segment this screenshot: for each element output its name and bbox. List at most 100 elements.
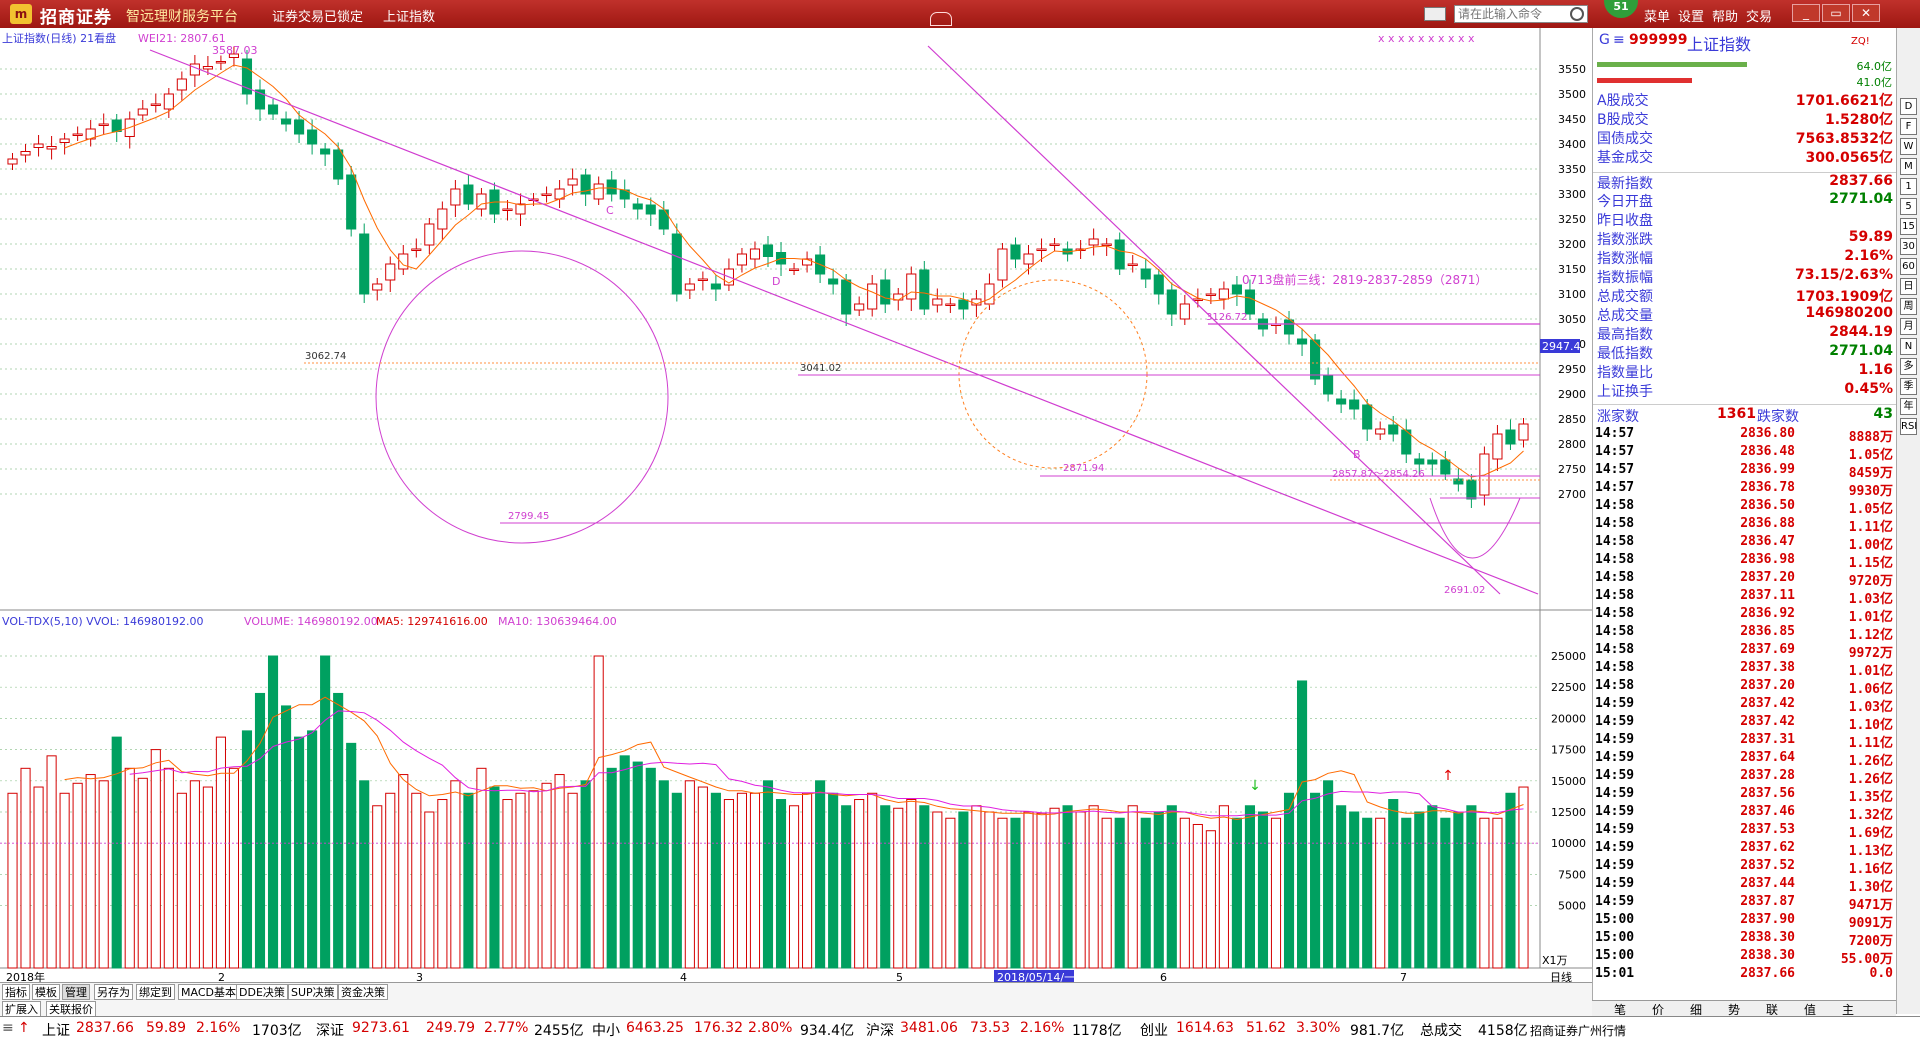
- tick-row[interactable]: 14:59 2837.87 9471万: [1593, 894, 1897, 913]
- tick-row[interactable]: 14:58 2836.50 1.05亿: [1593, 498, 1897, 517]
- search-icon[interactable]: [1570, 7, 1584, 21]
- tick-row[interactable]: 14:59 2837.64 1.26亿: [1593, 750, 1897, 769]
- period-button[interactable]: F: [1900, 118, 1917, 135]
- collapse-icon[interactable]: [930, 12, 952, 26]
- tab-indicator[interactable]: 指标: [2, 984, 30, 1000]
- tab-manage[interactable]: 管理: [62, 984, 90, 1000]
- tick-time: 15:00: [1595, 912, 1635, 927]
- stat-value: 2.16%: [1844, 248, 1893, 264]
- annot-3062: 3062.74: [305, 351, 346, 362]
- tick-row[interactable]: 14:57 2836.48 1.05亿: [1593, 444, 1897, 463]
- cy-label[interactable]: 创业: [1140, 1020, 1168, 1040]
- period-button[interactable]: RSI: [1900, 418, 1917, 435]
- volume-bar: [1349, 811, 1360, 969]
- tick-row[interactable]: 14:59 2837.31 1.11亿: [1593, 732, 1897, 751]
- annot-2871: 2871.94: [1063, 463, 1104, 474]
- tick-row[interactable]: 14:59 2837.53 1.69亿: [1593, 822, 1897, 841]
- tick-row[interactable]: 14:58 2837.38 1.01亿: [1593, 660, 1897, 679]
- keyboard-icon[interactable]: [1424, 7, 1446, 21]
- period-button[interactable]: N: [1900, 338, 1917, 355]
- tick-row[interactable]: 14:59 2837.46 1.32亿: [1593, 804, 1897, 823]
- tab-sup[interactable]: SUP决策: [288, 984, 338, 1000]
- period-button[interactable]: M: [1900, 158, 1917, 175]
- period-button[interactable]: 15: [1900, 218, 1917, 235]
- sh-expand-icon[interactable]: ≡: [2, 1020, 14, 1036]
- candle-body: [867, 283, 878, 310]
- tab-macd[interactable]: MACD基本: [178, 984, 239, 1000]
- tab-template[interactable]: 模板: [32, 984, 60, 1000]
- tick-row[interactable]: 14:58 2837.20 1.06亿: [1593, 678, 1897, 697]
- close-button[interactable]: ✕: [1852, 4, 1880, 22]
- candle-body: [333, 149, 344, 180]
- hs-label[interactable]: 沪深: [866, 1020, 894, 1040]
- period-button[interactable]: 周: [1900, 298, 1917, 315]
- tick-volume: 1.26亿: [1848, 754, 1893, 769]
- command-input[interactable]: [1454, 5, 1588, 23]
- period-button[interactable]: W: [1900, 138, 1917, 155]
- tick-row[interactable]: 14:59 2837.62 1.13亿: [1593, 840, 1897, 859]
- tab-save-as[interactable]: 另存为: [94, 984, 133, 1000]
- tick-row[interactable]: 14:59 2837.44 1.30亿: [1593, 876, 1897, 895]
- tick-row[interactable]: 14:58 2836.88 1.11亿: [1593, 516, 1897, 535]
- period-button[interactable]: 60: [1900, 258, 1917, 275]
- trade-lock-status[interactable]: 证券交易已锁定: [272, 6, 363, 25]
- tick-row[interactable]: 14:59 2837.56 1.35亿: [1593, 786, 1897, 805]
- tick-row[interactable]: 14:58 2836.47 1.00亿: [1593, 534, 1897, 553]
- period-button[interactable]: 日: [1900, 278, 1917, 295]
- tab-related-quote[interactable]: 关联报价: [46, 1001, 96, 1017]
- notification-badge[interactable]: 51: [1604, 0, 1638, 18]
- tick-row[interactable]: 15:01 2837.66 0.0: [1593, 966, 1897, 984]
- period-button[interactable]: 30: [1900, 238, 1917, 255]
- period-button[interactable]: 季: [1900, 378, 1917, 395]
- candle-body: [1518, 423, 1529, 441]
- menu-settings[interactable]: 设置: [1678, 6, 1704, 25]
- period-button[interactable]: 5: [1900, 198, 1917, 215]
- volume-row-label: 基金成交: [1597, 150, 1653, 166]
- restore-button[interactable]: ▭: [1822, 4, 1850, 22]
- tick-volume: 1.03亿: [1848, 592, 1893, 607]
- tick-volume: 1.05亿: [1848, 502, 1893, 517]
- tick-row[interactable]: 15:00 2838.30 55.00万: [1593, 948, 1897, 967]
- tick-price: 2836.88: [1740, 516, 1795, 531]
- menu-trade[interactable]: 交易: [1746, 6, 1772, 25]
- tick-row[interactable]: 14:59 2837.28 1.26亿: [1593, 768, 1897, 787]
- sz-label[interactable]: 深证: [316, 1020, 344, 1040]
- kline-chart[interactable]: 3550 3500 3450 3400 3350 3300 3250 3200 3150 3100…: [0, 28, 1592, 1000]
- tick-row[interactable]: 14:59 2837.52 1.16亿: [1593, 858, 1897, 877]
- tick-row[interactable]: 14:59 2837.42 1.10亿: [1593, 714, 1897, 733]
- tick-row[interactable]: 14:58 2836.85 1.12亿: [1593, 624, 1897, 643]
- tick-row[interactable]: 15:00 2838.30 7200万: [1593, 930, 1897, 949]
- tick-row[interactable]: 14:57 2836.99 8459万: [1593, 462, 1897, 481]
- minimize-button[interactable]: _: [1792, 4, 1820, 22]
- tick-row[interactable]: 14:59 2837.42 1.03亿: [1593, 696, 1897, 715]
- tab-dde[interactable]: DDE决策: [236, 984, 288, 1000]
- tick-row[interactable]: 14:58 2837.11 1.03亿: [1593, 588, 1897, 607]
- tick-row[interactable]: 14:57 2836.80 8888万: [1593, 426, 1897, 445]
- chart-area[interactable]: 3550 3500 3450 3400 3350 3300 3250 3200 3150 3100…: [0, 28, 1592, 1000]
- tick-row[interactable]: 14:58 2836.98 1.15亿: [1593, 552, 1897, 571]
- period-button[interactable]: D: [1900, 98, 1917, 115]
- volume-bar: [359, 780, 370, 969]
- tick-price: 2837.42: [1740, 696, 1795, 711]
- menu-lines-icon[interactable]: ≡: [1613, 32, 1625, 48]
- sh-label[interactable]: 上证: [42, 1020, 70, 1040]
- tick-price: 2837.44: [1740, 876, 1795, 891]
- tab-extend[interactable]: 扩展入: [2, 1001, 41, 1017]
- period-button[interactable]: 月: [1900, 318, 1917, 335]
- quote-panel: G ≡ 999999 上证指数 ZQ! 64.0亿 41.0亿 A股成交 1701…: [1592, 28, 1897, 1000]
- tick-row[interactable]: 14:58 2837.20 9720万: [1593, 570, 1897, 589]
- candle-body: [189, 63, 200, 76]
- tab-fund[interactable]: 资金决策: [338, 984, 388, 1000]
- tick-row[interactable]: 14:57 2836.78 9930万: [1593, 480, 1897, 499]
- tick-row[interactable]: 15:00 2837.90 9091万: [1593, 912, 1897, 931]
- tick-row[interactable]: 14:58 2836.92 1.01亿: [1593, 606, 1897, 625]
- tab-bind-to[interactable]: 绑定到: [136, 984, 175, 1000]
- period-button[interactable]: 1: [1900, 178, 1917, 195]
- period-button[interactable]: 年: [1900, 398, 1917, 415]
- menu-help[interactable]: 帮助: [1712, 6, 1738, 25]
- menu-main[interactable]: 菜单: [1644, 6, 1670, 25]
- zx-label[interactable]: 中小: [592, 1020, 620, 1040]
- tick-row[interactable]: 14:58 2837.69 9972万: [1593, 642, 1897, 661]
- volume-bar: [1218, 805, 1229, 969]
- period-button[interactable]: 多: [1900, 358, 1917, 375]
